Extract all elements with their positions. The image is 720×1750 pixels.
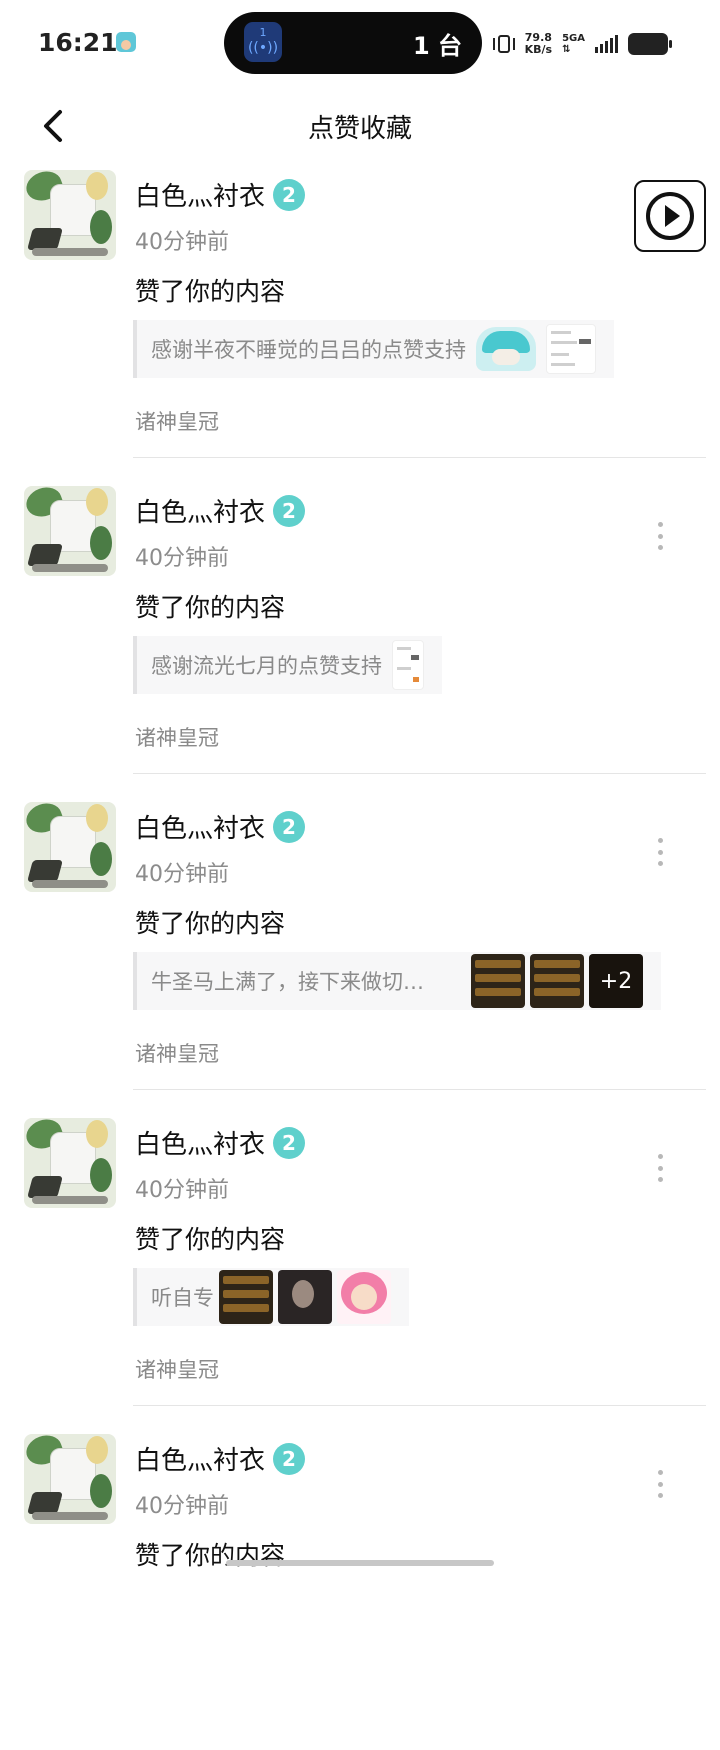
timestamp: 40分钟前 xyxy=(135,1494,229,1519)
battery-icon xyxy=(628,33,672,55)
level-badge: 2 xyxy=(273,178,306,211)
user-name[interactable]: 白色灬衬衣 xyxy=(135,176,265,213)
floating-play-button[interactable] xyxy=(634,180,706,252)
action-text: 赞了你的内容 xyxy=(135,909,286,938)
network-speed-unit: KB/s xyxy=(524,43,553,56)
notification-item[interactable]: 白色灬衬衣 2 40分钟前 赞了你的内容 感谢半夜不睡觉的吕吕的点赞支持 诸神皇… xyxy=(0,170,720,486)
level-badge: 2 xyxy=(273,494,306,527)
home-indicator[interactable] xyxy=(226,1560,494,1566)
notification-list: 白色灬衬衣 2 40分钟前 赞了你的内容 感谢半夜不睡觉的吕吕的点赞支持 诸神皇… xyxy=(0,170,720,1750)
signal-icon xyxy=(595,35,618,53)
action-text: 赞了你的内容 xyxy=(135,1541,286,1570)
timestamp: 40分钟前 xyxy=(135,230,229,255)
group-name[interactable]: 诸神皇冠 xyxy=(135,722,219,752)
post-thumbnail xyxy=(219,1270,273,1324)
post-thumbnail xyxy=(530,954,584,1008)
action-text: 赞了你的内容 xyxy=(135,277,286,306)
quoted-post[interactable]: 感谢半夜不睡觉的吕吕的点赞支持 xyxy=(133,320,614,378)
quoted-post[interactable]: 听自专 xyxy=(133,1268,409,1326)
level-badge: 2 xyxy=(273,1442,306,1475)
timestamp: 40分钟前 xyxy=(135,1178,229,1203)
quoted-post[interactable]: 感谢流光七月的点赞支持 xyxy=(133,636,442,694)
divider xyxy=(133,1405,706,1406)
post-thumbnail xyxy=(471,954,525,1008)
user-row: 白色灬衬衣 2 xyxy=(135,492,306,529)
user-name[interactable]: 白色灬衬衣 xyxy=(135,1124,265,1161)
post-thumbnail xyxy=(278,1270,332,1324)
quoted-post[interactable]: 牛圣马上满了，接下来做切… +2 xyxy=(133,952,661,1010)
more-options-icon[interactable] xyxy=(656,1470,664,1498)
play-circle-icon xyxy=(646,192,694,240)
status-bar: 16:21 1 ((•)) 1 台 79.8 KB/s 5GA ⇅ xyxy=(0,0,720,88)
island-badge: 1 xyxy=(259,26,267,39)
quoted-post-text: 感谢流光七月的点赞支持 xyxy=(151,654,382,678)
level-badge: 2 xyxy=(273,1126,306,1159)
user-name[interactable]: 白色灬衬衣 xyxy=(135,1440,265,1477)
app-notification-icon xyxy=(116,32,136,52)
network-type: 5GA ⇅ xyxy=(562,33,585,55)
action-text: 赞了你的内容 xyxy=(135,593,286,622)
network-speed: 79.8 KB/s xyxy=(525,32,552,56)
user-row: 白色灬衬衣 2 xyxy=(135,176,306,213)
action-text: 赞了你的内容 xyxy=(135,1225,286,1254)
quoted-post-text: 听自专 xyxy=(151,1286,214,1310)
user-name[interactable]: 白色灬衬衣 xyxy=(135,492,265,529)
page-title: 点赞收藏 xyxy=(307,114,412,144)
avatar[interactable] xyxy=(24,170,116,260)
more-options-icon[interactable] xyxy=(656,838,664,866)
post-thumbnail xyxy=(546,324,596,374)
level-badge: 2 xyxy=(273,810,306,843)
network-type-label: 5GA xyxy=(562,33,585,44)
status-icons: 79.8 KB/s 5GA ⇅ xyxy=(492,30,672,58)
notification-item[interactable]: 白色灬衬衣 2 40分钟前 赞了你的内容 牛圣马上满了，接下来做切… +2 诸神… xyxy=(0,802,720,1118)
timestamp: 40分钟前 xyxy=(135,546,229,571)
broadcast-app-icon: 1 ((•)) xyxy=(244,22,282,62)
post-thumbnail-more: +2 xyxy=(589,954,643,1008)
user-row: 白色灬衬衣 2 xyxy=(135,1440,306,1477)
quoted-post-text: 牛圣马上满了，接下来做切… xyxy=(151,970,424,994)
vibrate-icon xyxy=(492,32,515,56)
status-time: 16:21 xyxy=(38,28,118,57)
more-options-icon[interactable] xyxy=(656,522,664,550)
divider xyxy=(133,773,706,774)
avatar[interactable] xyxy=(24,486,116,576)
island-device-count: 1 台 xyxy=(412,32,462,60)
group-name[interactable]: 诸神皇冠 xyxy=(135,406,219,436)
avatar[interactable] xyxy=(24,1434,116,1524)
divider xyxy=(133,457,706,458)
notification-item[interactable]: 白色灬衬衣 2 40分钟前 赞了你的内容 感谢流光七月的点赞支持 诸神皇冠 xyxy=(0,486,720,802)
dynamic-island[interactable]: 1 ((•)) 1 台 xyxy=(224,12,482,74)
user-row: 白色灬衬衣 2 xyxy=(135,1124,306,1161)
timestamp: 40分钟前 xyxy=(135,862,229,887)
notification-item[interactable]: 白色灬衬衣 2 40分钟前 赞了你的内容 xyxy=(0,1434,720,1750)
group-name[interactable]: 诸神皇冠 xyxy=(135,1038,219,1068)
post-thumbnail xyxy=(392,640,424,690)
divider xyxy=(133,1089,706,1090)
user-row: 白色灬衬衣 2 xyxy=(135,808,306,845)
user-name[interactable]: 白色灬衬衣 xyxy=(135,808,265,845)
avatar[interactable] xyxy=(24,1118,116,1208)
group-name[interactable]: 诸神皇冠 xyxy=(135,1354,219,1384)
more-options-icon[interactable] xyxy=(656,1154,664,1182)
post-thumbnail xyxy=(476,327,536,371)
quoted-post-text: 感谢半夜不睡觉的吕吕的点赞支持 xyxy=(151,338,466,362)
page-header: 点赞收藏 xyxy=(0,88,720,164)
notification-item[interactable]: 白色灬衬衣 2 40分钟前 赞了你的内容 听自专 诸神皇冠 xyxy=(0,1118,720,1434)
post-thumbnail xyxy=(337,1270,391,1324)
avatar[interactable] xyxy=(24,802,116,892)
